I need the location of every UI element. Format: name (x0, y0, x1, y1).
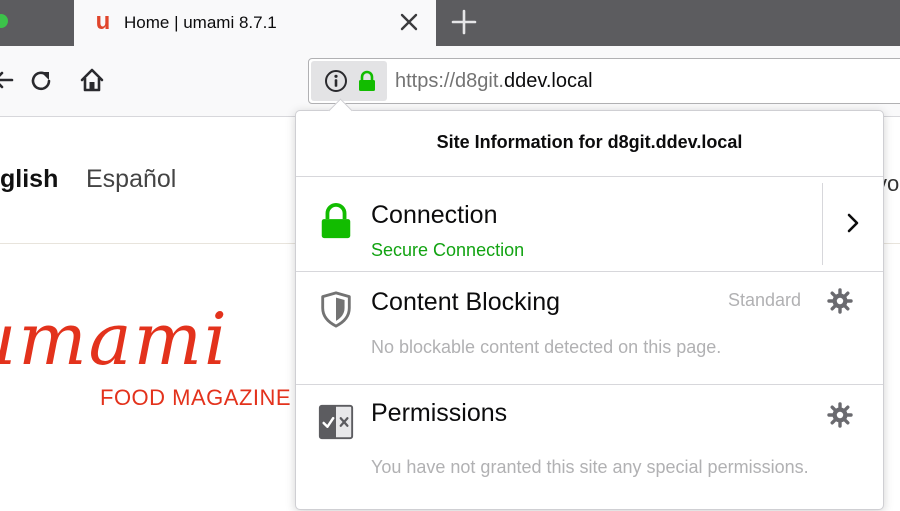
back-arrow-icon[interactable] (0, 68, 14, 92)
address-bar[interactable]: https://d8git.ddev.local (308, 58, 900, 104)
url-domain: ddev.local (503, 70, 593, 92)
content-blocking-heading: Content Blocking (371, 288, 561, 316)
gear-icon[interactable] (826, 287, 854, 315)
panel-title: Site Information for d8git.ddev.local (436, 132, 743, 152)
permissions-description: You have not granted this site any speci… (371, 457, 809, 477)
language-link-espanol[interactable]: Español (86, 165, 176, 194)
reload-icon[interactable] (28, 68, 54, 94)
tab-strip: u Home | umami 8.7.1 (0, 0, 900, 46)
shield-icon (321, 291, 351, 328)
lock-icon (321, 202, 351, 239)
permissions-icon (318, 404, 354, 440)
connection-section[interactable]: Connection Secure Connection (296, 177, 883, 272)
navigation-toolbar: https://d8git.ddev.local (0, 46, 900, 117)
connection-divider (822, 183, 823, 265)
site-tagline: FOOD MAGAZINE (100, 385, 292, 410)
info-icon[interactable] (324, 69, 348, 93)
gear-icon[interactable] (826, 401, 854, 429)
lock-icon[interactable] (357, 70, 377, 92)
site-identity-button[interactable] (311, 61, 387, 101)
umami-favicon-icon: u (95, 8, 111, 35)
content-blocking-description: No blockable content detected on this pa… (371, 337, 722, 357)
chevron-right-icon[interactable] (844, 211, 862, 235)
maximize-window-button[interactable] (0, 14, 8, 28)
content-blocking-section: Content Blocking Standard No blockable c… (296, 272, 883, 385)
site-information-panel: Site Information for d8git.ddev.local Co… (295, 98, 884, 511)
panel-header: Site Information for d8git.ddev.local (296, 111, 883, 177)
url-prefix: https://d8git. (395, 70, 504, 92)
close-icon[interactable] (398, 11, 420, 33)
permissions-heading: Permissions (371, 399, 508, 427)
previous-tab[interactable] (0, 0, 75, 46)
connection-status: Secure Connection (371, 240, 525, 260)
site-logo[interactable]: umami (0, 297, 229, 381)
language-link-english[interactable]: glish (0, 165, 58, 194)
blocking-level-label: Standard (728, 290, 802, 310)
permissions-section: Permissions You have not granted this si… (296, 385, 883, 511)
home-icon[interactable] (78, 66, 106, 94)
tab-title: Home | umami 8.7.1 (124, 13, 277, 32)
connection-heading: Connection (371, 201, 498, 229)
new-tab-plus-icon[interactable] (450, 8, 478, 36)
url-text[interactable]: https://d8git.ddev.local (395, 70, 593, 93)
